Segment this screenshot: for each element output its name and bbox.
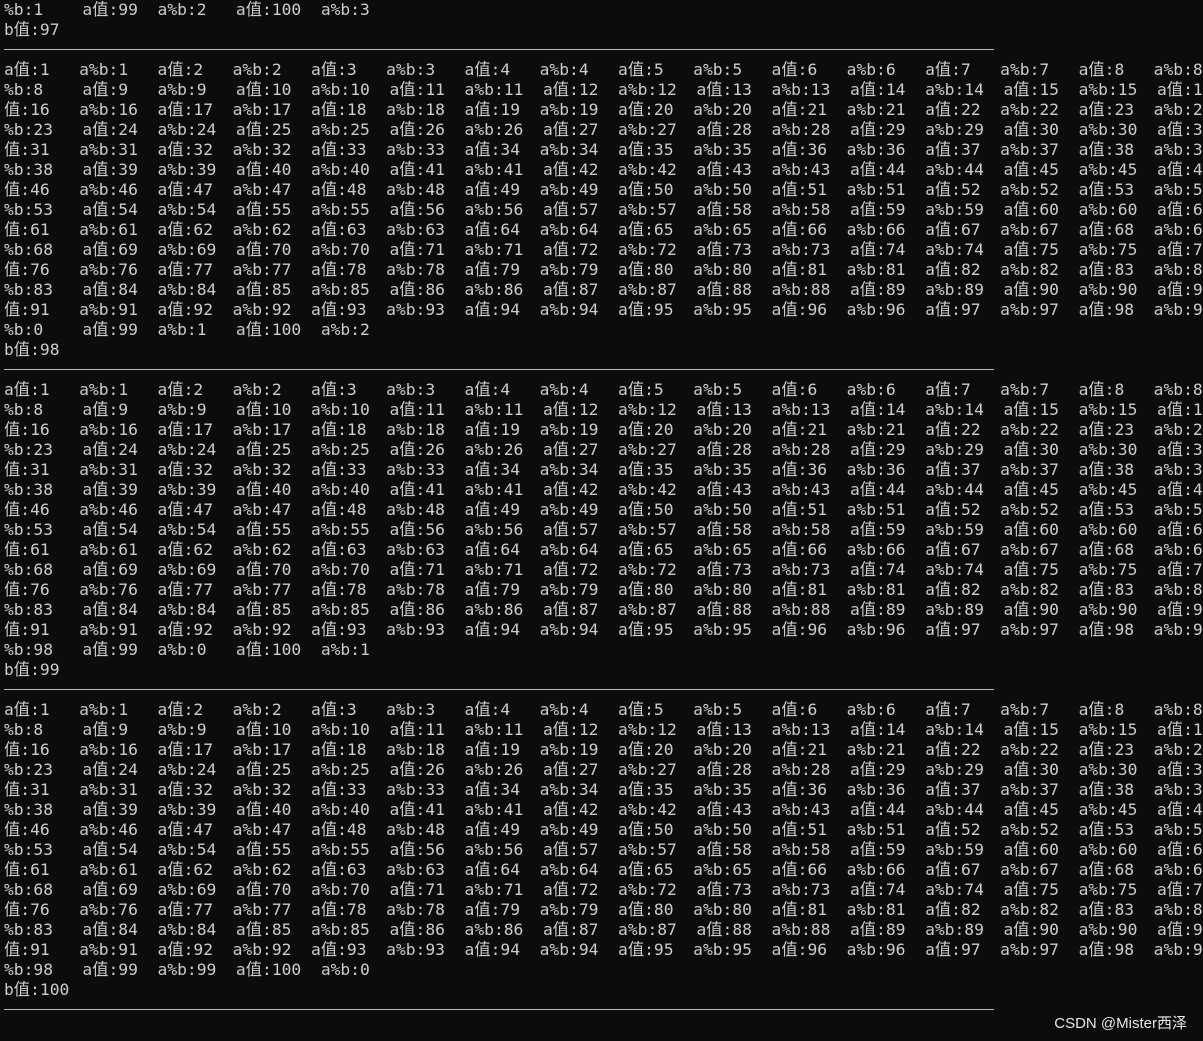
console-line: %b:98 a值:99 a%b:0 a值:100 a%b:1 [4,640,370,659]
console-line: %b:8 a值:9 a%b:9 a值:10 a%b:10 a值:11 a%b:1… [4,80,1203,99]
console-line: a值:1 a%b:1 a值:2 a%b:2 a值:3 a%b:3 a值:4 a%… [4,700,1203,719]
console-line: 值:16 a%b:16 a值:17 a%b:17 a值:18 a%b:18 a值… [4,100,1203,119]
console-line: %b:68 a值:69 a%b:69 a值:70 a%b:70 a值:71 a%… [4,560,1203,579]
console-line: 值:16 a%b:16 a值:17 a%b:17 a值:18 a%b:18 a值… [4,740,1203,759]
console-output: %b:1 a值:99 a%b:2 a值:100 a%b:3 b值:97 a值:1 a… [4,0,1203,1041]
console-line: %b:83 a值:84 a%b:84 a值:85 a%b:85 a值:86 a%… [4,280,1203,299]
console-line: %b:53 a值:54 a%b:54 a值:55 a%b:55 a值:56 a%… [4,520,1203,539]
console-line: %b:83 a值:84 a%b:84 a值:85 a%b:85 a值:86 a%… [4,600,1203,619]
console-line: %b:38 a值:39 a%b:39 a值:40 a%b:40 a值:41 a%… [4,480,1203,499]
console-line: %b:68 a值:69 a%b:69 a值:70 a%b:70 a值:71 a%… [4,240,1203,259]
console-line: a值:1 a%b:1 a值:2 a%b:2 a值:3 a%b:3 a值:4 a%… [4,380,1203,399]
console-line: 值:61 a%b:61 a值:62 a%b:62 a值:63 a%b:63 a值… [4,220,1203,239]
console-line: 值:61 a%b:61 a值:62 a%b:62 a值:63 a%b:63 a值… [4,860,1203,879]
console-line: %b:23 a值:24 a%b:24 a值:25 a%b:25 a值:26 a%… [4,440,1203,459]
console-line: %b:53 a值:54 a%b:54 a值:55 a%b:55 a值:56 a%… [4,840,1203,859]
separator-line [4,1000,1203,1020]
console-line: 值:61 a%b:61 a值:62 a%b:62 a值:63 a%b:63 a值… [4,540,1203,559]
console-line: b值:97 [4,20,60,39]
console-line: %b:68 a值:69 a%b:69 a值:70 a%b:70 a值:71 a%… [4,880,1203,899]
console-line: %b:0 a值:99 a%b:1 a值:100 a%b:2 [4,320,370,339]
console-line: 值:91 a%b:91 a值:92 a%b:92 a值:93 a%b:93 a值… [4,940,1203,959]
console-line: 值:31 a%b:31 a值:32 a%b:32 a值:33 a%b:33 a值… [4,780,1203,799]
console-line: %b:23 a值:24 a%b:24 a值:25 a%b:25 a值:26 a%… [4,120,1203,139]
console-line: 值:46 a%b:46 a值:47 a%b:47 a值:48 a%b:48 a值… [4,180,1203,199]
csdn-watermark: CSDN @Mister西泽 [1054,1015,1187,1032]
console-line: %b:83 a值:84 a%b:84 a值:85 a%b:85 a值:86 a%… [4,920,1203,939]
console-line: b值:100 [4,980,70,999]
console-line: %b:38 a值:39 a%b:39 a值:40 a%b:40 a值:41 a%… [4,160,1203,179]
console-line: b值:99 [4,660,60,679]
console-line: 值:76 a%b:76 a值:77 a%b:77 a值:78 a%b:78 a值… [4,260,1203,279]
console-line: %b:23 a值:24 a%b:24 a值:25 a%b:25 a值:26 a%… [4,760,1203,779]
console-line: %b:53 a值:54 a%b:54 a值:55 a%b:55 a值:56 a%… [4,200,1203,219]
console-line: %b:8 a值:9 a%b:9 a值:10 a%b:10 a值:11 a%b:1… [4,720,1203,739]
console-line: %b:38 a值:39 a%b:39 a值:40 a%b:40 a值:41 a%… [4,800,1203,819]
console-line: %b:8 a值:9 a%b:9 a值:10 a%b:10 a值:11 a%b:1… [4,400,1203,419]
console-line: 值:31 a%b:31 a值:32 a%b:32 a值:33 a%b:33 a值… [4,140,1203,159]
console-line: 值:91 a%b:91 a值:92 a%b:92 a值:93 a%b:93 a值… [4,300,1203,319]
console-line: 值:46 a%b:46 a值:47 a%b:47 a值:48 a%b:48 a值… [4,820,1203,839]
console-line: 值:16 a%b:16 a值:17 a%b:17 a值:18 a%b:18 a值… [4,420,1203,439]
separator-line [4,360,1203,380]
console-line: 值:76 a%b:76 a值:77 a%b:77 a值:78 a%b:78 a值… [4,900,1203,919]
separator-line [4,680,1203,700]
separator-line [4,40,1203,60]
console-line: a值:1 a%b:1 a值:2 a%b:2 a值:3 a%b:3 a值:4 a%… [4,60,1203,79]
console-line: 值:91 a%b:91 a值:92 a%b:92 a值:93 a%b:93 a值… [4,620,1203,639]
console-line: b值:98 [4,340,60,359]
console-line: %b:1 a值:99 a%b:2 a值:100 a%b:3 [4,0,370,19]
console-line: 值:76 a%b:76 a值:77 a%b:77 a值:78 a%b:78 a值… [4,580,1203,599]
console-line: 值:31 a%b:31 a值:32 a%b:32 a值:33 a%b:33 a值… [4,460,1203,479]
console-line: 值:46 a%b:46 a值:47 a%b:47 a值:48 a%b:48 a值… [4,500,1203,519]
console-line: %b:98 a值:99 a%b:99 a值:100 a%b:0 [4,960,370,979]
